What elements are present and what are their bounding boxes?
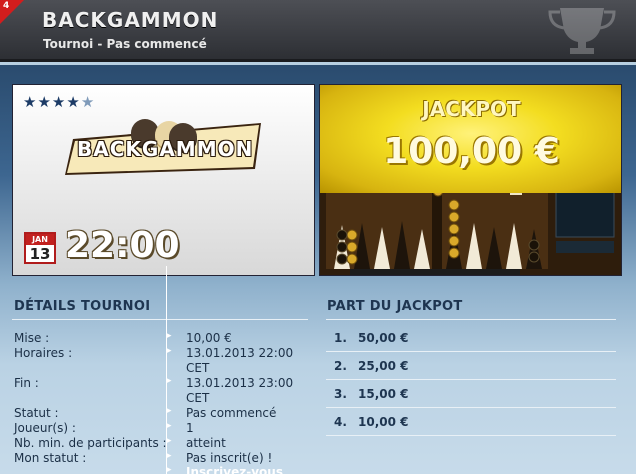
jackpot-rank: 4. — [334, 415, 347, 429]
detail-value: 10,00 € — [186, 331, 232, 345]
chevron-right-icon: ▸ — [167, 346, 172, 356]
jackpot-rank: 1. — [334, 331, 347, 345]
jackpot-share-amount: 25,00 € — [358, 359, 409, 373]
corner-badge-number: 4 — [3, 1, 10, 11]
trophy-icon — [548, 8, 616, 54]
detail-row-min-participants: Nb. min. de participants : ▸ atteint — [14, 436, 314, 451]
details-title: DÉTAILS TOURNOI — [14, 299, 151, 314]
register-link[interactable]: Inscrivez-vous — [186, 465, 306, 474]
star-icon: ★ — [51, 93, 67, 111]
jackpot-rank: 2. — [334, 359, 347, 373]
star-icon: ★ — [80, 93, 96, 111]
logo-text: BACKGAMMON — [77, 137, 254, 161]
detail-value: 1 — [186, 421, 194, 435]
detail-value: 13.01.2013 23:00 CET — [186, 376, 294, 405]
star-icon: ★ — [23, 93, 38, 111]
details-divider — [12, 319, 308, 320]
detail-row-schedule: Horaires : ▸ 13.01.2013 22:00 CET — [14, 346, 314, 376]
chevron-right-icon: ▸ — [167, 406, 172, 416]
detail-label: Mise : — [14, 331, 50, 345]
jackpot-share-row: 1. 50,00 € — [326, 324, 616, 352]
chevron-right-icon: ▸ — [167, 465, 172, 474]
star-icon: ★ — [37, 93, 52, 111]
rating-stars: ★★★★★ — [23, 93, 95, 111]
detail-row-status: Statut : ▸ Pas commencé — [14, 406, 314, 421]
detail-label: Joueur(s) : — [14, 421, 76, 435]
jackpot-card[interactable]: JACKPOT 100,00 € — [319, 84, 622, 276]
page-header: 4 BACKGAMMON Tournoi - Pas commencé — [0, 0, 636, 62]
detail-label: Mon statut : — [14, 451, 87, 465]
detail-label: Statut : — [14, 406, 59, 420]
star-icon: ★ — [66, 93, 81, 111]
jackpot-label: JACKPOT — [422, 97, 521, 121]
jackpot-rank: 3. — [334, 387, 347, 401]
detail-value: Pas commencé — [186, 406, 277, 420]
detail-label: Fin : — [14, 376, 39, 390]
chevron-right-icon: ▸ — [167, 421, 172, 431]
detail-row-end: Fin : ▸ 13.01.2013 23:00 CET — [14, 376, 314, 406]
jackpot-amount: 100,00 € — [383, 131, 560, 172]
detail-row-stake: Mise : ▸ 10,00 € — [14, 331, 314, 346]
chevron-right-icon: ▸ — [167, 451, 172, 461]
calendar-day: 13 — [29, 245, 51, 263]
detail-label: Nb. min. de participants : — [14, 436, 167, 450]
detail-value: atteint — [186, 436, 226, 450]
chevron-right-icon: ▸ — [167, 436, 172, 446]
detail-row-my-status: Mon statut : ▸ Pas inscrit(e) ! — [14, 451, 314, 466]
jackpot-share-title: PART DU JACKPOT — [327, 299, 463, 314]
chevron-right-icon: ▸ — [167, 376, 172, 386]
detail-row-players: Joueur(s) : ▸ 1 — [14, 421, 314, 436]
calendar-month: JAN — [26, 234, 54, 245]
start-time: 22:00 — [65, 225, 180, 266]
jackpot-share-amount: 10,00 € — [358, 415, 409, 429]
jackpot-share-amount: 50,00 € — [358, 331, 409, 345]
jackpot-share-row: 2. 25,00 € — [326, 352, 616, 380]
jackpot-share-amount: 15,00 € — [358, 387, 409, 401]
page-subtitle: Tournoi - Pas commencé — [43, 37, 207, 51]
jackpot-share-divider — [326, 319, 616, 320]
chevron-right-icon: ▸ — [167, 331, 172, 341]
detail-value: 13.01.2013 22:00 CET — [186, 346, 294, 375]
detail-row-register: ▸ Inscrivez-vous — [14, 465, 314, 474]
jackpot-share-row: 4. 10,00 € — [326, 408, 616, 436]
jackpot-share-row: 3. 15,00 € — [326, 380, 616, 408]
detail-value: Pas inscrit(e) ! — [186, 451, 273, 465]
page-title: BACKGAMMON — [42, 8, 219, 32]
detail-label: Horaires : — [14, 346, 73, 360]
game-card[interactable]: ★★★★★ BACKGAMMON JAN 13 22:00 — [12, 84, 315, 276]
calendar-icon: JAN 13 — [24, 232, 56, 264]
